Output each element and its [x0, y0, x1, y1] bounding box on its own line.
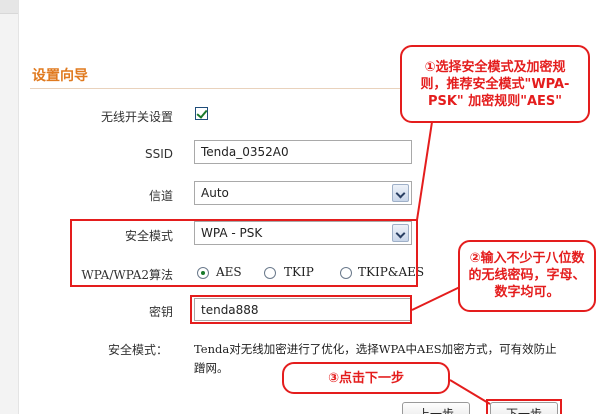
step1-line3: PSK" 加密规则"AES": [427, 94, 563, 109]
step1-callout: ①选择安全模式及加密规 则，推荐安全模式"WPA- PSK" 加密规则"AES": [400, 45, 590, 123]
step3-callout: ③点击下一步: [282, 362, 450, 394]
wireless-switch-checkbox[interactable]: [195, 107, 208, 120]
step2-line3: 数字均可。: [494, 285, 560, 300]
step1-line2: 则，推荐安全模式"WPA-: [420, 77, 570, 92]
next-highlight-box: [486, 399, 562, 414]
key-label: 密钥: [148, 305, 173, 319]
page-title: 设置向导: [32, 68, 88, 84]
step2-callout: ②输入不少于八位数 的无线密码，字母、 数字均可。: [458, 240, 596, 312]
key-highlight-box: [190, 295, 412, 324]
step2-line2: 的无线密码，字母、: [468, 268, 586, 283]
step1-line1: ①选择安全模式及加密规: [424, 60, 566, 75]
channel-label: 信道: [148, 189, 173, 203]
chevron-down-icon[interactable]: [392, 184, 409, 202]
channel-select[interactable]: Auto: [194, 181, 412, 205]
wireless-switch-label: 无线开关设置: [100, 110, 173, 124]
ssid-label: SSID: [144, 147, 173, 161]
note-label: 安全模式：: [108, 343, 169, 357]
step3-text: ③点击下一步: [327, 371, 404, 386]
ssid-input[interactable]: Tenda_0352A0: [194, 140, 412, 164]
channel-select-value: Auto: [201, 186, 229, 200]
prev-button[interactable]: 上一步: [402, 402, 470, 414]
step2-line1: ②输入不少于八位数: [469, 251, 585, 266]
security-highlight-box: [70, 219, 418, 287]
